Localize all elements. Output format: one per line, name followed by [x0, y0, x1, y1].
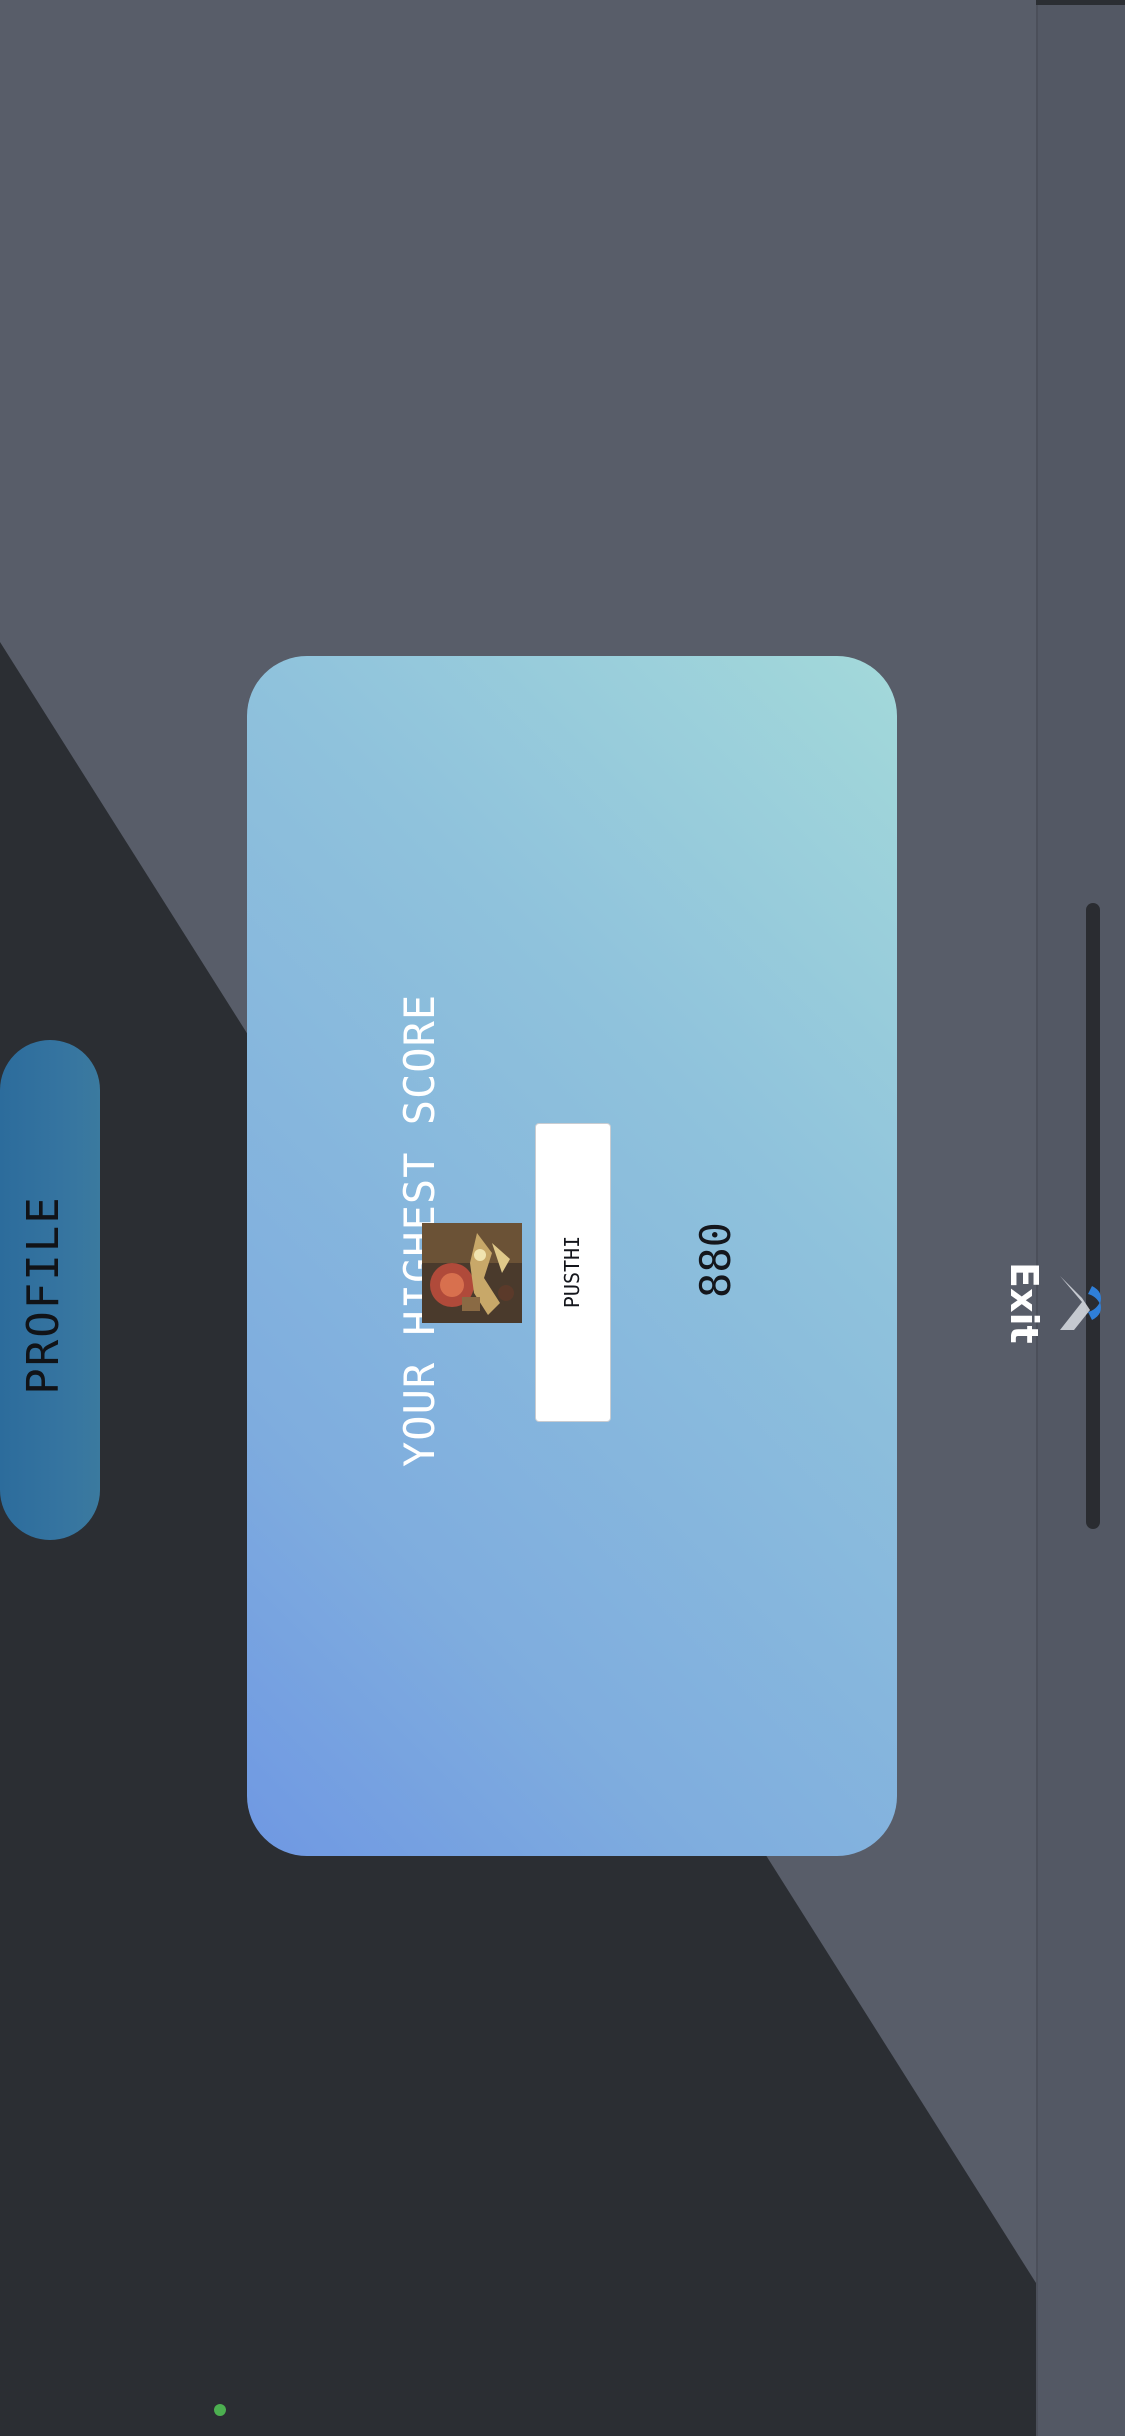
game-screen: Exit YOUR HIGHEST SCORE 880 PUSTHI PROFI… — [0, 0, 1125, 2436]
status-indicator-dot — [214, 2404, 226, 2416]
exit-logo-icon[interactable] — [1052, 1268, 1122, 1338]
profile-button-label[interactable]: PROFILE — [18, 1185, 69, 1405]
player-name: PUSTHI — [560, 1235, 584, 1309]
player-avatar-image — [422, 1223, 522, 1323]
highest-score-value: 880 — [691, 1222, 740, 1298]
player-avatar — [422, 1223, 522, 1323]
exit-label[interactable]: Exit — [1002, 1262, 1046, 1482]
